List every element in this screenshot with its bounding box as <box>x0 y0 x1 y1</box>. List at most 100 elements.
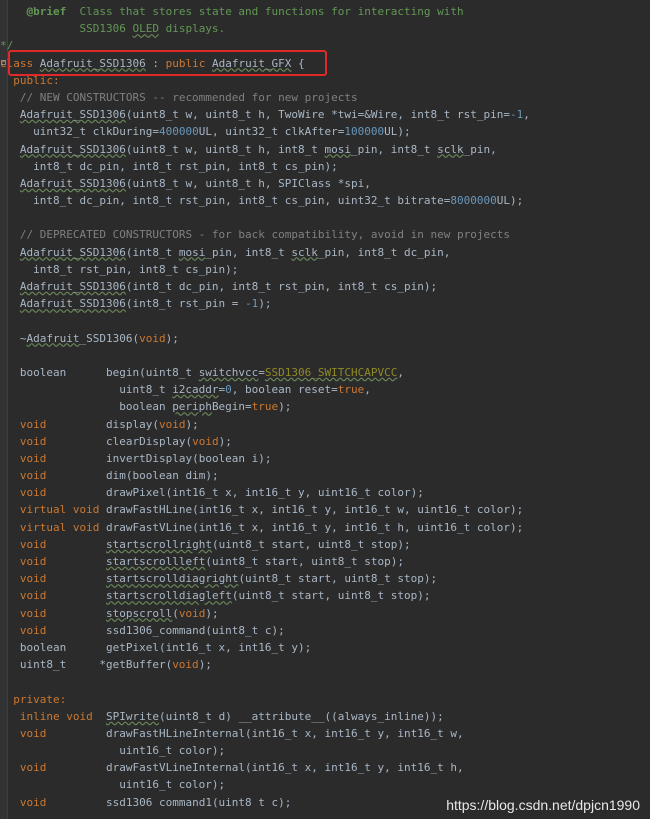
code-line[interactable]: ~Adafruit_SSD1306(void); <box>0 330 650 347</box>
code-token: stopscroll <box>105 606 173 620</box>
code-token: ssd1306 command1(uint8 t c); <box>46 795 292 809</box>
watermark-text: https://blog.csdn.net/dpjcn1990 <box>446 797 640 813</box>
code-token: uint32_t clkDuring= <box>0 125 159 139</box>
code-token: (uint8_t w, uint8_t h, TwoWire *twi=&Wir… <box>125 108 510 122</box>
code-line[interactable]: @brief Class that stores state and funct… <box>0 3 650 20</box>
code-token: (uint8_t start, uint8_t stop); <box>231 589 431 603</box>
code-token: Adafruit_SSD1306 <box>19 108 126 122</box>
code-token: void <box>19 555 47 568</box>
code-line[interactable]: void startscrollright(uint8_t start, uin… <box>0 536 650 553</box>
code-line[interactable]: uint8_t i2caddr=0, boolean reset=true, <box>0 381 650 398</box>
code-line[interactable]: SSD1306 OLED displays. <box>0 20 650 37</box>
code-token: _pin, <box>463 142 497 156</box>
code-token: drawFastVLine(int16_t x, int16_t y, int1… <box>99 520 524 534</box>
code-token: int8_t rst_pin, int8_t cs_pin); <box>0 262 239 276</box>
code-line[interactable]: virtual void drawFastHLine(int16_t x, in… <box>0 501 650 518</box>
code-token: ); <box>165 331 179 345</box>
code-line[interactable]: Adafruit_SSD1306(int8_t dc_pin, int8_t r… <box>0 278 650 295</box>
vertical-scrollbar[interactable] <box>642 0 650 819</box>
code-line[interactable]: int8_t rst_pin, int8_t cs_pin); <box>0 261 650 278</box>
code-line[interactable]: boolean periphBegin=true); <box>0 398 650 415</box>
code-token: ( <box>172 606 179 620</box>
code-token: startscrollleft <box>105 555 206 568</box>
code-line[interactable]: void display(void); <box>0 416 650 433</box>
code-line[interactable]: void startscrolldiagleft(uint8_t start, … <box>0 587 650 604</box>
code-token: 100000 <box>344 125 385 139</box>
code-line[interactable]: void drawPixel(int16_t x, int16_t y, uin… <box>0 484 650 501</box>
code-line[interactable]: void clearDisplay(void); <box>0 433 650 450</box>
code-token: virtual void <box>19 520 100 534</box>
code-line[interactable]: int8_t dc_pin, int8_t rst_pin, int8_t cs… <box>0 192 650 209</box>
code-area[interactable]: @brief Class that stores state and funct… <box>0 3 650 811</box>
code-line[interactable]: Adafruit_SSD1306(uint8_t w, uint8_t h, T… <box>0 106 650 123</box>
code-line[interactable]: Adafruit_SSD1306(uint8_t w, uint8_t h, i… <box>0 141 650 158</box>
code-line[interactable]: void drawFastVLineInternal(int16_t x, in… <box>0 759 650 776</box>
code-token: periph <box>172 400 212 414</box>
code-token: void <box>172 658 199 672</box>
code-token: , <box>397 365 404 379</box>
code-line[interactable]: void invertDisplay(boolean i); <box>0 450 650 467</box>
code-token: boolean begin(uint8_t <box>0 365 199 379</box>
code-token: void <box>139 331 166 345</box>
code-editor[interactable]: @brief Class that stores state and funct… <box>0 0 650 819</box>
code-line[interactable] <box>0 209 650 226</box>
code-token: 0 <box>225 383 232 397</box>
code-token: (int8_t rst_pin = <box>125 297 246 311</box>
code-line[interactable]: uint16_t color); <box>0 776 650 793</box>
code-line[interactable]: void stopscroll(void); <box>0 605 650 622</box>
code-token: invertDisplay(boolean i); <box>46 451 272 465</box>
code-line[interactable]: void drawFastHLineInternal(int16_t x, in… <box>0 725 650 742</box>
code-token: int8_t dc_pin, int8_t rst_pin, int8_t cs… <box>0 159 338 173</box>
code-line[interactable] <box>0 312 650 329</box>
code-token: drawFastHLineInternal(int16_t x, int16_t… <box>46 726 464 740</box>
code-line[interactable]: inline void SPIwrite(uint8_t d) __attrib… <box>0 708 650 725</box>
code-line[interactable]: boolean begin(uint8_t switchvcc=SSD1306_… <box>0 364 650 381</box>
code-token: void <box>158 417 186 431</box>
code-line[interactable]: // NEW CONSTRUCTORS -- recommended for n… <box>0 89 650 106</box>
code-line[interactable]: void startscrollleft(uint8_t start, uint… <box>0 553 650 570</box>
code-line[interactable]: Adafruit_SSD1306(int8_t rst_pin = -1); <box>0 295 650 312</box>
code-token: Adafruit <box>26 331 80 345</box>
code-line[interactable]: private: <box>0 691 650 708</box>
code-line[interactable]: // DEPRECATED CONSTRUCTORS - for back co… <box>0 226 650 243</box>
code-token: void <box>19 623 47 637</box>
code-token: (uint8_t start, uint8_t stop); <box>211 537 411 551</box>
code-line[interactable]: void startscrolldiagright(uint8_t start,… <box>0 570 650 587</box>
code-line[interactable]: virtual void drawFastVLine(int16_t x, in… <box>0 519 650 536</box>
code-token: void <box>19 434 47 448</box>
code-line[interactable] <box>0 347 650 364</box>
code-line[interactable]: void dim(boolean dim); <box>0 467 650 484</box>
code-token: , boolean reset= <box>231 383 338 397</box>
code-line[interactable]: Adafruit_SSD1306(int8_t mosi_pin, int8_t… <box>0 244 650 261</box>
code-line[interactable]: boolean getPixel(int16_t x, int16_t y); <box>0 639 650 656</box>
code-line[interactable] <box>0 673 650 690</box>
code-token: mosi <box>178 245 206 259</box>
code-line[interactable]: uint8_t *getBuffer(void); <box>0 656 650 673</box>
code-token: void <box>19 451 47 465</box>
code-token: sclk <box>291 245 318 259</box>
code-token: switchvcc <box>198 365 259 379</box>
code-line[interactable]: uint32_t clkDuring=400000UL, uint32_t cl… <box>0 123 650 140</box>
code-token: (int8_t dc_pin, int8_t rst_pin, int8_t c… <box>125 280 438 293</box>
code-line[interactable]: uint16_t color); <box>0 742 650 759</box>
code-line[interactable]: void ssd1306_command(uint8_t c); <box>0 622 650 639</box>
code-line[interactable]: Adafruit_SSD1306(uint8_t w, uint8_t h, S… <box>0 175 650 192</box>
code-token: drawPixel(int16_t x, int16_t y, uint16_t… <box>46 486 424 500</box>
code-token: startscrolldiagright <box>105 572 239 586</box>
code-line[interactable]: int8_t dc_pin, int8_t rst_pin, int8_t cs… <box>0 158 650 175</box>
code-token: boolean getPixel(int16_t x, int16_t y); <box>0 640 312 654</box>
